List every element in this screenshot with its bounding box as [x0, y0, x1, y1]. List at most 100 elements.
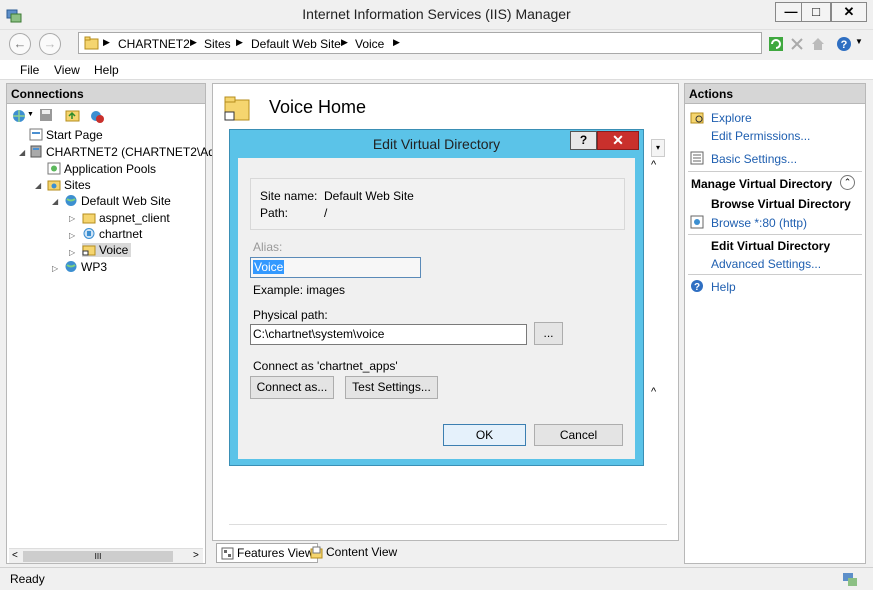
forward-button[interactable]: → — [39, 33, 61, 55]
tree-chartnet[interactable]: chartnet — [82, 227, 142, 241]
action-basic-settings[interactable]: Basic Settings... — [711, 152, 797, 166]
tab-label: Content View — [326, 545, 398, 559]
tree-voice[interactable]: Voice — [82, 243, 132, 257]
up-folder-icon[interactable] — [65, 108, 80, 122]
dropdown-icon[interactable]: ▼ — [27, 111, 34, 118]
explore-icon — [690, 112, 704, 124]
help-dropdown-icon[interactable]: ▼ — [855, 37, 863, 46]
collapse-icon[interactable]: ◢ — [35, 181, 41, 190]
expand-icon[interactable]: ▷ — [69, 214, 75, 223]
tree-app-pools[interactable]: Application Pools — [47, 162, 156, 176]
crumb-arrow-icon: ▶ — [393, 37, 400, 47]
horizontal-scrollbar[interactable]: < III > — [9, 548, 203, 563]
title-bar: Internet Information Services (IIS) Mana… — [0, 0, 873, 30]
back-button[interactable]: ← — [9, 33, 31, 55]
collapse-icon[interactable]: ◢ — [19, 148, 25, 157]
dialog-close-button[interactable]: ✕ — [597, 131, 639, 150]
dialog-body: Site name: Default Web Site Path: / Alia… — [238, 158, 635, 459]
crumb-sites[interactable]: Sites — [204, 37, 231, 51]
connections-toolbar: ▼ — [9, 106, 203, 126]
expand-icon[interactable]: ▷ — [52, 264, 58, 273]
tree-wp3[interactable]: WP3 — [64, 260, 107, 274]
address-bar[interactable]: ▶ CHARTNET2 ▶ Sites ▶ Default Web Site ▶… — [78, 32, 762, 54]
address-row: ← → ▶ CHARTNET2 ▶ Sites ▶ Default Web Si… — [0, 30, 873, 60]
stop-icon[interactable] — [789, 36, 805, 52]
save-icon[interactable] — [39, 108, 53, 122]
action-help[interactable]: Help — [711, 280, 736, 294]
home-icon[interactable] — [810, 36, 826, 52]
browse-vdir-header: Browse Virtual Directory — [711, 197, 851, 211]
menu-help[interactable]: Help — [94, 63, 119, 77]
voice-folder-icon — [224, 96, 250, 121]
site-name-label: Site name: — [260, 189, 318, 203]
maximize-button[interactable]: □ — [801, 2, 831, 22]
tree-label: chartnet — [99, 227, 143, 241]
collapse-icon[interactable]: ◢ — [52, 197, 58, 206]
browse-path-button[interactable]: ... — [534, 322, 563, 345]
expand-icon[interactable]: ▷ — [69, 248, 75, 257]
collapse-section-icon[interactable]: ⌃ — [840, 175, 855, 190]
tab-label: Features View — [237, 546, 314, 560]
action-browse[interactable]: Browse *:80 (http) — [711, 216, 807, 230]
physical-path-field[interactable]: C:\chartnet\system\voice — [250, 324, 527, 345]
connect-as-button[interactable]: Connect as... — [250, 376, 334, 399]
tree-sites[interactable]: Sites — [47, 178, 91, 192]
crumb-arrow-icon: ▶ — [236, 37, 243, 47]
collapse-up-icon[interactable]: ^ — [651, 159, 656, 171]
action-explore[interactable]: Explore — [711, 111, 752, 125]
globe-icon — [65, 261, 77, 272]
crumb-server[interactable]: CHARTNET2 — [118, 37, 190, 51]
action-edit-permissions[interactable]: Edit Permissions... — [711, 129, 810, 143]
start-page-icon — [29, 128, 43, 141]
test-settings-button[interactable]: Test Settings... — [345, 376, 438, 399]
close-button[interactable]: ✕ — [831, 2, 867, 22]
divider — [688, 274, 862, 275]
folder-icon — [82, 213, 96, 224]
tree-label: Application Pools — [64, 162, 157, 176]
cancel-button[interactable]: Cancel — [534, 424, 623, 446]
crumb-arrow-icon: ▶ — [341, 37, 348, 47]
tab-content-view[interactable]: Content View — [306, 543, 401, 563]
alias-label: Alias: — [253, 240, 283, 254]
expand-icon[interactable]: ▷ — [69, 231, 75, 240]
group-dropdown[interactable]: ▾ — [651, 139, 665, 157]
sites-folder-icon — [47, 180, 61, 191]
status-text: Ready — [10, 572, 45, 586]
edit-vdir-header: Edit Virtual Directory — [711, 239, 831, 253]
view-tabs: Features View Content View — [212, 541, 679, 565]
scroll-left-icon[interactable]: < — [12, 550, 18, 561]
menu-view[interactable]: View — [54, 63, 80, 77]
path-value: / — [324, 206, 328, 220]
svg-text:?: ? — [841, 39, 848, 51]
tab-features-view[interactable]: Features View — [216, 543, 319, 563]
alias-value: Voice — [253, 260, 285, 274]
edit-virtual-directory-dialog: Edit Virtual Directory ? ✕ Site name: De… — [229, 129, 644, 466]
tree-aspnet-client[interactable]: aspnet_client — [82, 211, 170, 225]
tree-server[interactable]: CHARTNET2 (CHARTNET2\Adm — [29, 145, 225, 159]
refresh-icon[interactable] — [768, 36, 784, 52]
connect-globe-icon[interactable] — [11, 108, 27, 124]
crumb-voice[interactable]: Voice — [355, 37, 384, 51]
alias-field[interactable]: Voice — [250, 257, 421, 278]
tree-label: Default Web Site — [81, 194, 171, 208]
tree-default-site[interactable]: Default Web Site — [64, 194, 171, 208]
application-icon — [83, 228, 95, 239]
tree-start-page[interactable]: Start Page — [29, 128, 103, 142]
tree-label: CHARTNET2 (CHARTNET2\Adm — [46, 145, 225, 159]
action-advanced-settings[interactable]: Advanced Settings... — [711, 257, 821, 271]
divider — [688, 171, 862, 172]
help-icon[interactable]: ? — [836, 36, 852, 52]
crumb-default-site[interactable]: Default Web Site — [251, 37, 341, 51]
scroll-right-icon[interactable]: > — [193, 550, 199, 561]
scroll-thumb[interactable]: III — [23, 551, 173, 562]
collapse-up-icon[interactable]: ^ — [651, 386, 656, 398]
globe-icon — [65, 195, 77, 206]
ok-button[interactable]: OK — [443, 424, 526, 446]
disconnect-icon[interactable] — [89, 108, 105, 124]
menu-file[interactable]: File — [20, 63, 39, 77]
browse-icon — [690, 215, 704, 229]
server-icon — [30, 145, 42, 158]
actions-header: Actions — [685, 84, 865, 104]
dialog-help-button[interactable]: ? — [570, 131, 597, 150]
menu-bar: File View Help — [0, 60, 873, 80]
